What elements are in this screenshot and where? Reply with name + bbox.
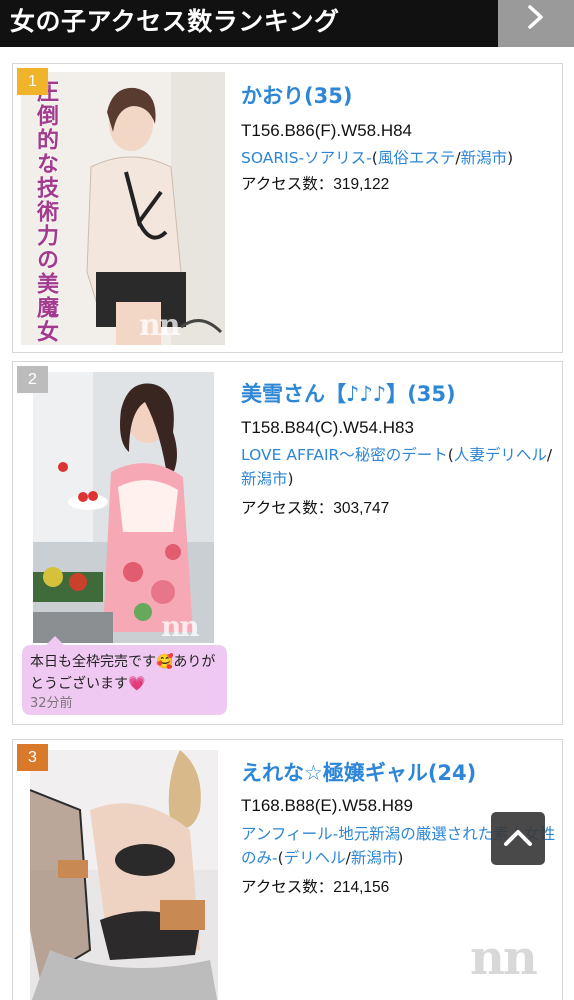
site-watermark: nn [470,930,538,986]
watermark-logo: nn [161,610,200,643]
ranking-card-1[interactable]: 圧倒的な技術力の美魔女 nn 1 かおり(35) T156.B86(F).W58… [12,63,563,353]
genre-link[interactable]: 風俗エステ [378,149,456,167]
rank-badge: 2 [17,366,48,393]
body-stats: T156.B86(F).W58.H84 [241,121,413,140]
message-text: 本日も全枠完売です🥰ありがとうございます💗 [30,654,216,692]
shop-link[interactable]: LOVE AFFAIR～秘密のデート [241,446,448,464]
shop-link[interactable]: SOARIS-ソアリス- [241,149,372,167]
girl-photo[interactable] [30,750,218,1000]
area-link[interactable]: 新潟市 [351,849,398,867]
photo-image [33,372,214,643]
genre-link[interactable]: 人妻デリヘル [454,446,547,464]
page-title: 女の子アクセス数ランキング [10,7,340,36]
ranking-card-2[interactable]: nn 2 本日も全枠完売です🥰ありがとうございます💗 32分前 美雪さん【♪♪♪… [12,361,563,725]
access-count: アクセス数：319,122 [241,172,389,197]
paren-close: ) [397,849,404,867]
shop-info: LOVE AFFAIR～秘密のデート(人妻デリヘル/新潟市) [241,443,559,491]
genre-link[interactable]: デリヘル [284,849,346,867]
area-link[interactable]: 新潟市 [241,470,288,488]
message-time: 32分前 [30,696,73,711]
access-label: アクセス数： [241,878,334,896]
access-label: アクセス数： [241,499,334,517]
ranking-header: 女の子アクセス数ランキング [0,0,574,47]
area-link[interactable]: 新潟市 [461,149,508,167]
shop-info: SOARIS-ソアリス-(風俗エステ/新潟市) [241,146,559,170]
more-button[interactable] [498,0,574,47]
photo-image [30,750,218,1000]
slash: / [546,446,553,464]
access-count: アクセス数：303,747 [241,496,389,521]
rank-badge: 1 [17,68,48,95]
paren-close: ) [507,149,514,167]
girl-name-link[interactable]: えれな☆極嬢ギャル(24) [241,758,476,788]
girl-photo[interactable]: nn [33,372,214,643]
access-value: 214,156 [333,879,390,896]
chevron-up-icon [504,830,532,846]
watermark-logo: nn [139,308,181,343]
girl-name-link[interactable]: かおり(35) [241,81,352,111]
body-stats: T158.B84(C).W54.H83 [241,418,414,437]
body-stats: T168.B88(E).W58.H89 [241,796,413,815]
message-bubble[interactable]: 本日も全枠完売です🥰ありがとうございます💗 32分前 [22,636,227,715]
rank-badge: 3 [17,744,48,771]
chevron-right-icon [528,5,543,29]
scroll-top-button[interactable] [491,812,545,865]
girl-name-link[interactable]: 美雪さん【♪♪♪】(35) [241,379,456,409]
photo-caption: 圧倒的な技術力の美魔女 [33,80,59,344]
access-value: 303,747 [333,500,390,517]
access-label: アクセス数： [241,175,334,193]
girl-photo[interactable]: 圧倒的な技術力の美魔女 nn [21,72,225,345]
access-count: アクセス数：214,156 [241,875,389,900]
paren-close: ) [287,470,294,488]
access-value: 319,122 [333,176,390,193]
